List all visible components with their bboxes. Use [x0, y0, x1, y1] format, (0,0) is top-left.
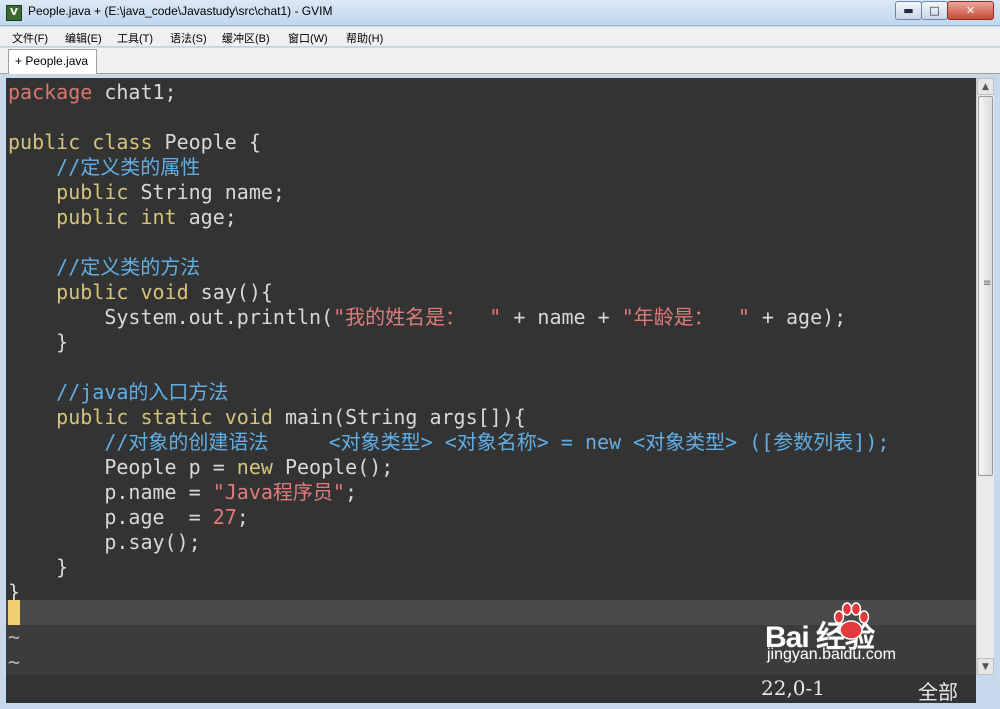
- watermark-url: jingyan.baidu.com: [767, 646, 896, 663]
- menu-buffers[interactable]: 缓冲区(B): [222, 30, 270, 46]
- paw-icon: [833, 602, 870, 640]
- menu-window[interactable]: 窗口(W): [288, 30, 328, 46]
- code-token: //定义类的属性: [8, 155, 201, 179]
- code-token: public: [8, 130, 81, 154]
- code-line: p.age = 27;: [8, 505, 249, 530]
- empty-line-tilde: ~: [8, 650, 21, 674]
- code-token: + name +: [501, 305, 622, 329]
- code-token: package: [8, 80, 93, 104]
- code-token: People p =: [8, 455, 237, 479]
- code-token: //对象的创建语法 <对象类型> <对象名称> = new <对象类型> ([参…: [8, 430, 890, 454]
- code-token: p.name =: [8, 480, 213, 504]
- code-token: public: [56, 280, 129, 304]
- close-button[interactable]: ✕: [947, 1, 994, 20]
- menu-tools[interactable]: 工具(T): [117, 30, 153, 46]
- scrollbar-thumb[interactable]: ≡: [978, 96, 993, 476]
- code-token: main(String args[]){: [272, 405, 526, 429]
- tab-people-java[interactable]: + People.java: [8, 49, 97, 74]
- code-line: public class People {: [8, 130, 261, 155]
- code-line: p.name = "Java程序员";: [8, 480, 357, 505]
- code-token: public: [56, 205, 129, 229]
- code-token: }: [8, 555, 69, 579]
- code-token: ;: [236, 505, 249, 529]
- menu-help[interactable]: 帮助(H): [346, 30, 383, 46]
- code-token: say(){: [188, 280, 273, 304]
- code-line: public static void main(String args[]){: [8, 405, 526, 430]
- code-token: 27: [212, 505, 237, 529]
- code-token: p.age =: [8, 505, 213, 529]
- scroll-down-arrow-icon[interactable]: ▼: [977, 658, 994, 675]
- code-line: p.say();: [8, 530, 201, 555]
- status-line: 22,0-1 全部: [6, 675, 976, 704]
- menu-edit[interactable]: 编辑(E): [65, 30, 102, 46]
- menu-file[interactable]: 文件(F): [12, 30, 48, 46]
- code-line: System.out.println("我的姓名是： " + name + "年…: [8, 305, 846, 330]
- code-line: }: [8, 555, 68, 580]
- tab-bar: + People.java: [0, 48, 1000, 74]
- title-bar: V People.java + (E:\java_code\Javastudy\…: [0, 0, 1000, 26]
- code-token: People {: [152, 130, 261, 154]
- code-token: chat1;: [92, 80, 177, 104]
- code-token: public: [56, 180, 129, 204]
- code-token: void: [224, 405, 273, 429]
- code-token: "我的姓名是： ": [333, 305, 502, 329]
- code-token: }: [8, 330, 69, 354]
- code-token: People();: [272, 455, 394, 479]
- code-line: //对象的创建语法 <对象类型> <对象名称> = new <对象类型> ([参…: [8, 430, 889, 455]
- code-token: p.say();: [8, 530, 201, 554]
- code-line: People p = new People();: [8, 455, 393, 480]
- code-token: public: [56, 405, 129, 429]
- code-token: class: [92, 130, 153, 154]
- cursor-position: 22,0-1: [761, 676, 826, 700]
- scroll-percent: 全部: [918, 680, 958, 704]
- code-line: //java的入口方法: [8, 380, 228, 405]
- code-token: ;: [344, 480, 357, 504]
- code-token: "Java程序员": [212, 480, 345, 504]
- menu-bar: 文件(F) 编辑(E) 工具(T) 语法(S) 缓冲区(B) 窗口(W) 帮助(…: [0, 27, 1000, 47]
- menu-syntax[interactable]: 语法(S): [170, 30, 207, 46]
- window-title: People.java + (E:\java_code\Javastudy\sr…: [28, 4, 333, 18]
- gvim-icon[interactable]: V: [6, 5, 22, 21]
- scroll-up-arrow-icon[interactable]: ▲: [977, 78, 994, 95]
- code-line: //定义类的属性: [8, 155, 200, 180]
- code-line: public void say(){: [8, 280, 273, 305]
- vertical-scrollbar[interactable]: ▲ ≡ ▼: [976, 78, 994, 675]
- code-line: }: [8, 330, 68, 355]
- minimize-button[interactable]: ▬: [895, 1, 922, 20]
- text-cursor: [8, 600, 20, 625]
- code-token: "年龄是： ": [621, 305, 750, 329]
- editor-text-area[interactable]: package chat1; public class People { //定义…: [6, 78, 976, 675]
- code-line: public String name;: [8, 180, 285, 205]
- code-token: //定义类的方法: [8, 255, 201, 279]
- code-token: + age);: [749, 305, 847, 329]
- maximize-button[interactable]: □: [921, 1, 948, 20]
- code-line: package chat1;: [8, 80, 177, 105]
- code-token: System.out.println(: [8, 305, 334, 329]
- code-token: new: [236, 455, 273, 479]
- code-line: //定义类的方法: [8, 255, 200, 280]
- code-token: age;: [176, 205, 237, 229]
- code-token: static: [140, 405, 213, 429]
- code-token: int: [140, 205, 177, 229]
- code-token: //java的入口方法: [8, 380, 229, 404]
- code-token: void: [140, 280, 189, 304]
- baidu-jingyan-watermark: Bai 经验 jingyan.baidu.com: [765, 598, 975, 663]
- grip-icon: ≡: [983, 278, 992, 289]
- empty-line-tilde: ~: [8, 625, 21, 649]
- code-line: public int age;: [8, 205, 237, 230]
- code-token: String name;: [128, 180, 285, 204]
